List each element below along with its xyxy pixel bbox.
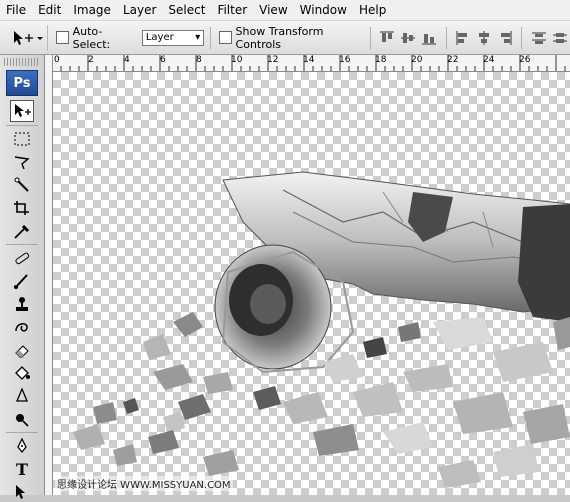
ruler-number: 6 xyxy=(160,55,166,65)
vertical-ruler xyxy=(45,55,53,495)
divider xyxy=(6,125,38,126)
crop-tool-icon[interactable] xyxy=(10,198,34,218)
app-logo: Ps xyxy=(6,70,38,96)
options-bar: Auto-Select: Layer ▾ Show Transform Cont… xyxy=(0,21,570,55)
chevron-down-icon: ▾ xyxy=(195,32,201,43)
menu-filter[interactable]: Filter xyxy=(211,0,253,20)
ruler-number: 20 xyxy=(411,55,423,65)
divider xyxy=(6,432,38,433)
auto-select-checkbox[interactable] xyxy=(56,31,69,44)
menu-help[interactable]: Help xyxy=(353,0,392,20)
ruler-number: 12 xyxy=(267,55,279,65)
auto-select-dropdown[interactable]: Layer ▾ xyxy=(141,29,205,46)
watermark: 思缘设计论坛 WWW.MISSYUAN.COM xyxy=(55,476,233,491)
clone-stamp-tool-icon[interactable] xyxy=(10,294,34,314)
divider xyxy=(445,26,447,49)
tool-preset-picker[interactable] xyxy=(6,24,49,51)
menu-view[interactable]: View xyxy=(253,0,293,20)
align-left-icon[interactable] xyxy=(455,29,472,47)
menu-bar: File Edit Image Layer Select Filter View… xyxy=(0,0,570,21)
divider xyxy=(6,244,38,245)
menu-image[interactable]: Image xyxy=(67,0,117,20)
menu-window[interactable]: Window xyxy=(294,0,353,20)
history-brush-tool-icon[interactable] xyxy=(10,317,34,337)
ruler-number: 8 xyxy=(196,55,202,65)
move-tool-icon xyxy=(13,30,43,45)
ruler-number: 0 xyxy=(54,55,60,65)
menu-select[interactable]: Select xyxy=(162,0,211,20)
divider xyxy=(521,26,523,49)
ruler-number: 14 xyxy=(303,55,315,65)
align-hcenter-icon[interactable] xyxy=(475,29,492,47)
align-bottom-icon[interactable] xyxy=(421,29,438,47)
paint-bucket-tool-icon[interactable] xyxy=(10,363,34,383)
document-canvas[interactable]: 思缘设计论坛 WWW.MISSYUAN.COM xyxy=(53,72,570,495)
distribute-top-icon[interactable] xyxy=(530,29,547,47)
blur-tool-icon[interactable] xyxy=(10,386,34,406)
panel-grip[interactable] xyxy=(4,58,40,66)
auto-select-value: Layer xyxy=(145,32,174,43)
divider xyxy=(210,26,212,49)
ruler-number: 18 xyxy=(375,55,387,65)
ruler-number: 16 xyxy=(339,55,351,65)
eyedropper-tool-icon[interactable] xyxy=(10,221,34,241)
divider xyxy=(370,26,371,49)
move-tool-icon[interactable] xyxy=(10,100,34,122)
ruler-number: 26 xyxy=(519,55,531,65)
ruler-number: 4 xyxy=(124,55,130,65)
distribute-vcenter-icon[interactable] xyxy=(551,29,568,47)
lasso-tool-icon[interactable] xyxy=(10,152,34,172)
align-vcenter-icon[interactable] xyxy=(400,29,417,47)
ruler-number: 2 xyxy=(88,55,94,65)
menu-file[interactable]: File xyxy=(0,0,32,20)
svg-text:T: T xyxy=(16,461,28,477)
eraser-tool-icon[interactable] xyxy=(10,340,34,360)
type-tool-icon[interactable]: T xyxy=(10,459,34,479)
horizontal-ruler: 0 2 4 6 8 10 12 14 16 18 20 22 24 26 xyxy=(52,55,570,72)
ruler-number: 22 xyxy=(447,55,459,65)
ruler-number: 10 xyxy=(231,55,243,65)
pen-tool-icon[interactable] xyxy=(10,436,34,456)
align-top-icon[interactable] xyxy=(379,29,396,47)
show-transform-checkbox[interactable] xyxy=(219,31,232,44)
cigarette-ash-artwork xyxy=(73,171,570,488)
dodge-tool-icon[interactable] xyxy=(10,409,34,429)
healing-brush-tool-icon[interactable] xyxy=(10,248,34,268)
menu-edit[interactable]: Edit xyxy=(32,0,67,20)
ruler-number: 24 xyxy=(483,55,495,65)
marquee-tool-icon[interactable] xyxy=(10,129,34,149)
tools-panel: Ps T xyxy=(0,55,45,499)
menu-layer[interactable]: Layer xyxy=(117,0,162,20)
align-right-icon[interactable] xyxy=(496,29,513,47)
quick-selection-tool-icon[interactable] xyxy=(10,175,34,195)
brush-tool-icon[interactable] xyxy=(10,271,34,291)
path-selection-tool-icon[interactable] xyxy=(10,482,34,502)
auto-select-label: Auto-Select: xyxy=(72,24,111,51)
show-transform-label: Show Transform Controls xyxy=(235,24,324,51)
